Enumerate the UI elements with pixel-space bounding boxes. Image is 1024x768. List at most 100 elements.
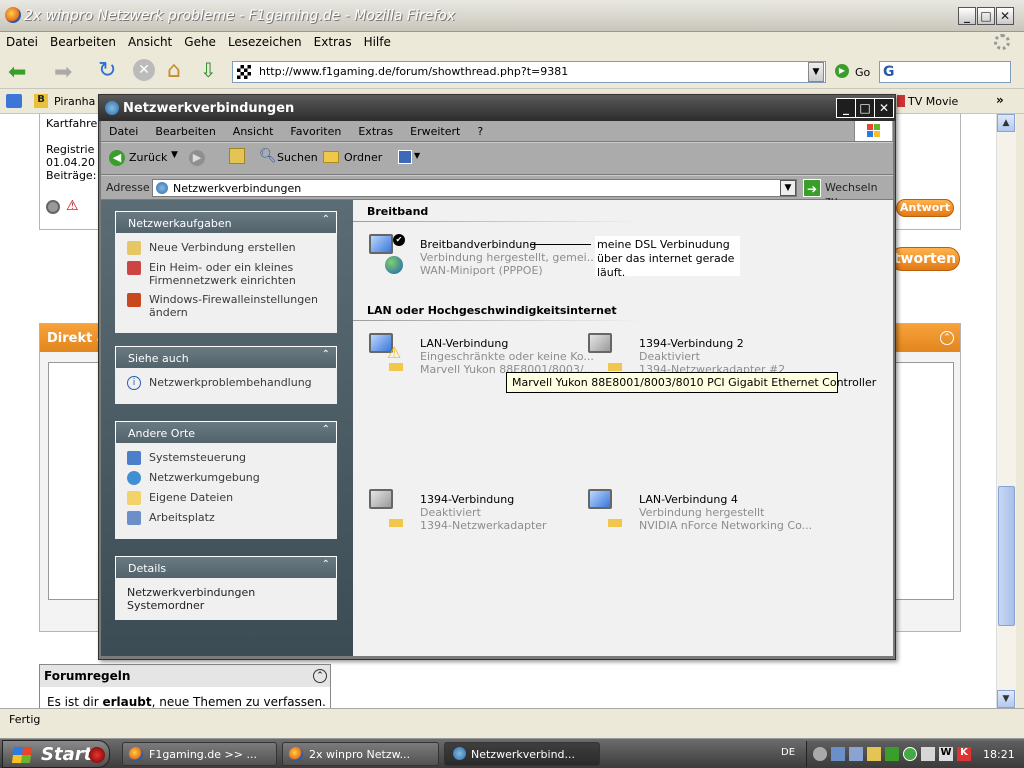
folders-button[interactable]: Ordner xyxy=(344,151,382,164)
collapse-chevron-icon[interactable]: ⌃ xyxy=(322,424,330,435)
ex-menu-erweitert[interactable]: Erweitert xyxy=(402,121,469,138)
link-control-panel[interactable]: Systemsteuerung xyxy=(127,451,327,465)
task-home-network[interactable]: Ein Heim- oder ein kleines Firmennetzwer… xyxy=(127,261,327,287)
collapse-icon[interactable]: ⌃ xyxy=(940,331,954,345)
lan-connection-4[interactable]: LAN-Verbindung 4 Verbindung hergestellt … xyxy=(639,493,812,532)
firewire-connection-2-icon[interactable] xyxy=(586,333,622,371)
menu-lesezeichen[interactable]: Lesezeichen xyxy=(222,32,308,52)
clock[interactable]: 18:21 xyxy=(983,748,1015,761)
bookmark-icon[interactable] xyxy=(6,94,22,108)
language-indicator[interactable]: DE xyxy=(781,747,795,758)
task-firefox-forum[interactable]: F1gaming.de >> ... xyxy=(122,742,277,766)
go-icon[interactable]: ▶ xyxy=(835,64,849,78)
panel-header[interactable]: Andere Orte ⌃ xyxy=(115,421,337,443)
url-input[interactable]: http://www.f1gaming.de/forum/showthread.… xyxy=(232,61,826,83)
antworten-button[interactable]: tworten xyxy=(890,247,960,271)
url-dropdown-button[interactable]: ▼ xyxy=(808,62,824,82)
firewire-connection[interactable]: 1394-Verbindung Deaktiviert 1394-Netzwer… xyxy=(420,493,547,532)
go-label[interactable]: Go xyxy=(855,66,870,79)
menu-hilfe[interactable]: Hilfe xyxy=(358,32,397,52)
collapse-chevron-icon[interactable]: ⌃ xyxy=(322,559,330,570)
link-my-documents[interactable]: Eigene Dateien xyxy=(127,491,327,505)
task-label: Windows-Firewalleinstellungen ändern xyxy=(149,293,318,319)
back-button[interactable]: Zurück xyxy=(129,151,167,164)
address-dropdown-button[interactable]: ▼ xyxy=(780,180,796,196)
task-new-connection[interactable]: Neue Verbindung erstellen xyxy=(127,241,327,255)
report-icon[interactable]: ⚠ xyxy=(66,198,79,214)
reload-icon[interactable]: ↻ xyxy=(98,58,116,83)
lan-connection[interactable]: LAN-Verbindung Eingeschränkte oder keine… xyxy=(420,337,594,376)
stop-icon[interactable]: ✕ xyxy=(133,59,155,81)
home-icon[interactable]: ⌂ xyxy=(167,58,181,83)
ex-menu-bearbeiten[interactable]: Bearbeiten xyxy=(147,121,224,138)
bookmark-piranha[interactable]: Piranha xyxy=(54,95,95,108)
address-input[interactable]: Netzwerkverbindungen xyxy=(152,179,797,197)
search-input[interactable]: G xyxy=(879,61,1011,83)
link-network-places[interactable]: Netzwerkumgebung xyxy=(127,471,327,485)
search-button[interactable]: Suchen xyxy=(277,151,318,164)
explorer-maximize-button[interactable]: □ xyxy=(855,98,875,118)
ex-menu-extras[interactable]: Extras xyxy=(350,121,402,138)
back-icon[interactable]: ◀ xyxy=(109,150,125,166)
back-dropdown-icon[interactable]: ▼ xyxy=(171,150,178,160)
task-firewall[interactable]: Windows-Firewalleinstellungen ändern xyxy=(127,293,327,319)
collapse-chevron-icon[interactable]: ⌃ xyxy=(322,349,330,360)
menu-datei[interactable]: Datei xyxy=(0,32,44,52)
scroll-down-button[interactable]: ▼ xyxy=(997,690,1015,708)
folders-icon[interactable] xyxy=(323,151,339,163)
close-button[interactable]: ✕ xyxy=(996,7,1014,25)
ex-menu-datei[interactable]: Datei xyxy=(101,121,147,138)
up-folder-icon[interactable] xyxy=(229,148,245,164)
lan-connection-icon[interactable]: ⚠ xyxy=(367,333,403,371)
forward-icon[interactable]: ▶ xyxy=(189,150,205,166)
task-network-connections[interactable]: Netzwerkverbind... xyxy=(444,742,600,766)
task-firefox-thread[interactable]: 2x winpro Netzw... xyxy=(282,742,439,766)
minimize-button[interactable]: _ xyxy=(958,7,976,25)
link-my-computer[interactable]: Arbeitsplatz xyxy=(127,511,327,525)
menu-gehe[interactable]: Gehe xyxy=(178,32,222,52)
menu-ansicht[interactable]: Ansicht xyxy=(122,32,178,52)
antwort-button[interactable]: Antwort xyxy=(896,199,954,217)
ex-menu-favoriten[interactable]: Favoriten xyxy=(282,121,350,138)
rules-collapse-icon[interactable]: ⌃ xyxy=(313,669,327,683)
go-arrow-icon[interactable]: ➔ xyxy=(803,179,821,197)
collapse-chevron-icon[interactable]: ⌃ xyxy=(322,214,330,225)
panel-header[interactable]: Details ⌃ xyxy=(115,556,337,578)
tray-k-icon[interactable]: K xyxy=(957,747,971,761)
link-troubleshooting[interactable]: i Netzwerkproblembehandlung xyxy=(127,376,327,390)
forward-arrow-icon[interactable]: ➡ xyxy=(54,60,72,85)
back-arrow-icon[interactable]: ⬅ xyxy=(8,60,26,85)
bookmark-tv-movie[interactable]: TV Movie xyxy=(908,95,958,108)
scroll-up-button[interactable]: ▲ xyxy=(997,114,1015,132)
firewire-connection-2[interactable]: 1394-Verbindung 2 Deaktiviert 1394-Netzw… xyxy=(639,337,785,376)
connection-device: 1394-Netzwerkadapter xyxy=(420,519,547,532)
tray-app-icon[interactable] xyxy=(921,747,935,761)
tray-network2-icon[interactable] xyxy=(849,747,863,761)
page-scrollbar[interactable]: ▲ ▼ xyxy=(996,114,1016,708)
explorer-minimize-button[interactable]: _ xyxy=(836,98,856,118)
tray-w-icon[interactable]: W xyxy=(939,747,953,761)
ex-menu-ansicht[interactable]: Ansicht xyxy=(225,121,283,138)
menu-bearbeiten[interactable]: Bearbeiten xyxy=(44,32,122,52)
tray-security-icon[interactable] xyxy=(867,747,881,761)
menu-extras[interactable]: Extras xyxy=(308,32,358,52)
tray-eye-icon[interactable] xyxy=(813,747,827,761)
tray-meter-icon[interactable] xyxy=(885,747,899,761)
explorer-close-button[interactable]: ✕ xyxy=(874,98,894,118)
ex-menu-help[interactable]: ? xyxy=(469,121,492,138)
panel-header[interactable]: Siehe auch ⌃ xyxy=(115,346,337,368)
tray-network-icon[interactable] xyxy=(831,747,845,761)
panel-header[interactable]: Netzwerkaufgaben ⌃ xyxy=(115,211,337,233)
views-icon[interactable] xyxy=(398,150,412,164)
maximize-button[interactable]: □ xyxy=(977,7,995,25)
tray-power-icon[interactable] xyxy=(903,747,917,761)
start-button[interactable]: Start xyxy=(2,740,110,768)
search-icon[interactable]: 🔍︎ xyxy=(259,148,277,164)
firewire-connection-icon[interactable] xyxy=(367,489,403,527)
chevron-more-icon[interactable]: » xyxy=(996,93,1004,107)
download-icon[interactable]: ⇩ xyxy=(200,58,217,82)
broadband-connection-icon[interactable]: ✔ xyxy=(367,234,405,274)
views-dropdown-icon[interactable]: ▼ xyxy=(414,151,420,160)
lan-connection-4-icon[interactable] xyxy=(586,489,622,527)
scroll-thumb[interactable] xyxy=(998,486,1015,626)
